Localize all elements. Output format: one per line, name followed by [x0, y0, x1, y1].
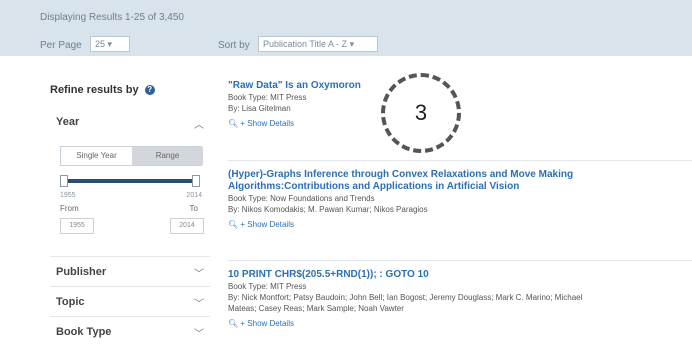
sort-by-label: Sort by — [218, 40, 250, 51]
show-details-label: Show Details — [247, 319, 294, 328]
show-details-label: Show Details — [247, 119, 294, 128]
book-type-facet[interactable]: Book Type ﹀ — [50, 316, 210, 346]
to-label: To — [189, 204, 198, 213]
list-item: (Hyper)-Graphs Inference through Convex … — [228, 169, 692, 229]
chevron-up-icon[interactable]: ︿ — [194, 116, 204, 131]
book-type-facet-label: Book Type — [56, 326, 112, 338]
result-title[interactable]: 10 PRINT CHR$(205.5+RND(1)); : GOTO 10 — [228, 269, 692, 281]
refine-heading: Refine results by ? — [50, 84, 155, 96]
sort-by-select[interactable]: Publication Title A - Z ▾ — [258, 36, 378, 52]
sort-by-value: Publication Title A - Z — [263, 39, 348, 49]
show-details-link[interactable]: 🔍︎ + Show Details — [228, 220, 692, 229]
result-title[interactable]: "Raw Data" Is an Oxymoron — [228, 80, 692, 92]
refine-sidebar: Refine results by ? Year ︿ Single Year R… — [50, 70, 210, 344]
year-facet-label[interactable]: Year — [56, 116, 79, 128]
topic-facet-label: Topic — [56, 296, 85, 308]
single-year-option[interactable]: Single Year — [61, 147, 132, 165]
publisher-facet[interactable]: Publisher ﹀ — [50, 256, 210, 286]
year-mode-toggle: Single Year Range — [60, 146, 203, 166]
divider — [228, 160, 692, 161]
result-authors-continued: Mateas; Casey Reas; Mark Sample; Noah Va… — [228, 304, 404, 313]
slider-max-label: 2014 — [186, 192, 202, 199]
info-icon[interactable]: ? — [144, 85, 155, 96]
chevron-down-icon: ﹀ — [194, 269, 204, 280]
results-toolbar: Displaying Results 1-25 of 3,450 Per Pag… — [0, 0, 692, 56]
year-from-input[interactable]: 1955 — [60, 218, 94, 234]
year-to-input[interactable]: 2014 — [170, 218, 204, 234]
result-book-type: Book Type: MIT Press — [228, 93, 307, 102]
magnifier-icon: 🔍︎ + — [228, 319, 248, 328]
step-number-callout: 3 — [381, 73, 461, 153]
result-book-type: Book Type: Now Foundations and Trends — [228, 194, 375, 203]
result-authors: By: Nick Montfort; Patsy Baudoin; John B… — [228, 293, 583, 302]
list-item: 10 PRINT CHR$(205.5+RND(1)); : GOTO 10 B… — [228, 269, 692, 328]
results-count: Displaying Results 1-25 of 3,450 — [40, 12, 184, 23]
range-option[interactable]: Range — [132, 147, 203, 165]
slider-min-label: 1955 — [60, 192, 76, 199]
chevron-down-icon: ﹀ — [194, 329, 204, 340]
chevron-down-icon: ▾ — [349, 39, 355, 49]
per-page-select[interactable]: 25 ▾ — [90, 36, 130, 52]
show-details-label: Show Details — [247, 220, 294, 229]
from-label: From — [60, 204, 79, 213]
year-range-slider[interactable] — [64, 179, 196, 183]
publisher-facet-label: Publisher — [56, 266, 107, 278]
result-title[interactable]: (Hyper)-Graphs Inference through Convex … — [228, 169, 692, 193]
result-book-type: Book Type: MIT Press — [228, 282, 307, 291]
refine-label: Refine results by — [50, 84, 139, 96]
topic-facet[interactable]: Topic ﹀ — [50, 286, 210, 316]
chevron-down-icon: ▾ — [107, 39, 113, 49]
per-page-value: 25 — [95, 39, 106, 49]
magnifier-icon: 🔍︎ + — [228, 220, 248, 229]
show-details-link[interactable]: 🔍︎ + Show Details — [228, 319, 692, 328]
chevron-down-icon: ﹀ — [194, 299, 204, 310]
divider — [228, 260, 692, 261]
slider-min-handle[interactable] — [60, 175, 68, 187]
year-facet: Year ︿ Single Year Range 1955 2014 From … — [50, 106, 210, 256]
per-page-label: Per Page — [40, 40, 82, 51]
magnifier-icon: 🔍︎ + — [228, 119, 248, 128]
slider-max-handle[interactable] — [192, 175, 200, 187]
result-authors: By: Nikos Komodakis; M. Pawan Kumar; Nik… — [228, 205, 428, 214]
